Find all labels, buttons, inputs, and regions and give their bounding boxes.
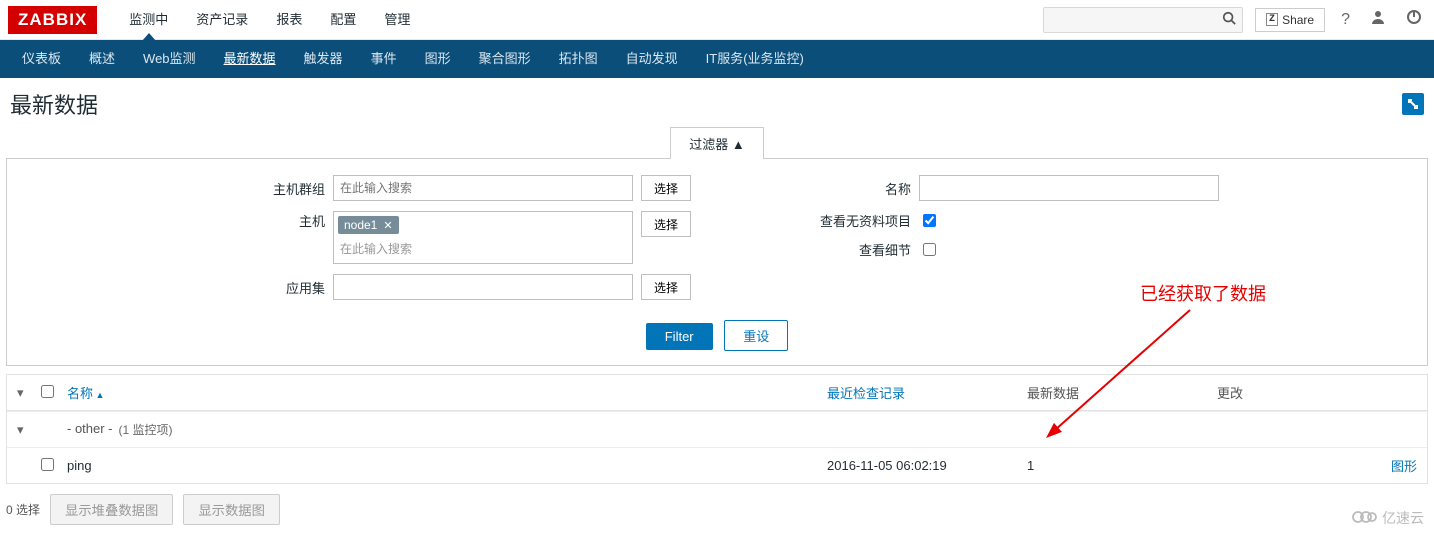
label-show-no-data: 查看无资料项目 [771,211,911,230]
filter-button[interactable]: Filter [646,323,713,350]
search-icon[interactable] [1215,11,1242,28]
subnav-screens[interactable]: 聚合图形 [465,40,545,78]
show-no-data-checkbox[interactable] [923,214,936,227]
remove-tag-icon[interactable]: ✕ [383,219,392,232]
label-host: 主机 [215,211,325,230]
toggle-group-icon[interactable]: ▾ [17,422,41,438]
footer-actions: 0 选择 显示堆叠数据图 显示数据图 [0,484,1434,535]
table-row: ping 2016-11-05 06:02:19 1 图形 [7,447,1427,483]
header-lastcheck[interactable]: 最近检查记录 [827,386,905,401]
topnav-config[interactable]: 配置 [316,0,370,40]
label-show-details: 查看细节 [771,240,911,259]
name-input[interactable] [919,175,1219,201]
graph-button: 显示数据图 [183,494,280,525]
host-select-btn[interactable]: 选择 [641,211,691,237]
host-group-select-btn[interactable]: 选择 [641,175,691,201]
reset-button[interactable]: 重设 [724,320,788,351]
subnav-maps[interactable]: 拓扑图 [545,40,612,78]
global-search [1043,7,1243,33]
host-group-input[interactable] [333,175,633,201]
search-input[interactable] [1044,13,1215,27]
topnav-admin[interactable]: 管理 [370,0,424,40]
z-icon: Z [1266,13,1278,26]
topnav-inventory[interactable]: 资产记录 [182,0,262,40]
subnav-overview[interactable]: 概述 [75,40,129,78]
brand-logo[interactable]: ZABBIX [8,6,97,34]
subnav-latest-data[interactable]: 最新数据 [210,40,290,78]
row-graph-link[interactable]: 图形 [1391,459,1417,474]
share-button[interactable]: Z Share [1255,8,1325,32]
subnav-web[interactable]: Web监测 [129,40,210,78]
select-all-checkbox[interactable] [41,385,54,398]
item-lastdata: 1 [1027,458,1034,473]
stacked-graph-button: 显示堆叠数据图 [50,494,173,525]
subnav-it-services[interactable]: IT服务(业务监控) [692,40,818,78]
topnav-reports[interactable]: 报表 [262,0,316,40]
host-tag-node1[interactable]: node1 ✕ [338,216,399,234]
subnav-dashboard[interactable]: 仪表板 [8,40,75,78]
subnav-graphs[interactable]: 图形 [411,40,465,78]
annotation-arrow-icon [1040,300,1220,450]
filter-tab[interactable]: 过滤器 ▲ [670,127,763,159]
host-tag-label: node1 [344,218,377,232]
item-lastcheck: 2016-11-05 06:02:19 [827,458,947,473]
user-icon[interactable] [1366,9,1390,30]
group-count: (1 监控项) [119,421,173,438]
subnav-discovery[interactable]: 自动发现 [612,40,692,78]
header-change: 更改 [1217,386,1243,401]
help-icon[interactable]: ? [1337,11,1354,29]
share-label: Share [1282,13,1314,27]
top-nav: 监测中 资产记录 报表 配置 管理 [115,0,424,40]
host-multiselect[interactable]: node1 ✕ 在此输入搜索 [333,211,633,264]
subnav-triggers[interactable]: 触发器 [290,40,357,78]
label-name: 名称 [771,179,911,198]
header-name[interactable]: 名称 [67,386,104,401]
topnav-monitoring[interactable]: 监测中 [115,0,182,40]
watermark-text: 亿速云 [1382,508,1424,528]
label-application: 应用集 [215,278,325,297]
application-select-btn[interactable]: 选择 [641,274,691,300]
selected-count: 0 选择 [6,501,40,518]
show-details-checkbox[interactable] [923,243,936,256]
host-placeholder: 在此输入搜索 [338,238,628,259]
toggle-all-icon[interactable]: ▾ [17,385,41,401]
group-label: - other - [67,421,113,438]
item-name: ping [67,458,92,473]
cloud-icon [1350,506,1378,529]
subnav: 仪表板 概述 Web监测 最新数据 触发器 事件 图形 聚合图形 拓扑图 自动发… [0,40,1434,78]
label-host-group: 主机群组 [215,179,325,198]
subnav-events[interactable]: 事件 [357,40,411,78]
fullscreen-icon[interactable] [1402,93,1424,115]
page-title: 最新数据 [10,88,98,120]
row-checkbox[interactable] [41,458,54,471]
application-input[interactable] [333,274,633,300]
watermark: 亿速云 [1350,506,1424,529]
topbar: ZABBIX 监测中 资产记录 报表 配置 管理 Z Share ? [0,0,1434,40]
power-icon[interactable] [1402,9,1426,30]
